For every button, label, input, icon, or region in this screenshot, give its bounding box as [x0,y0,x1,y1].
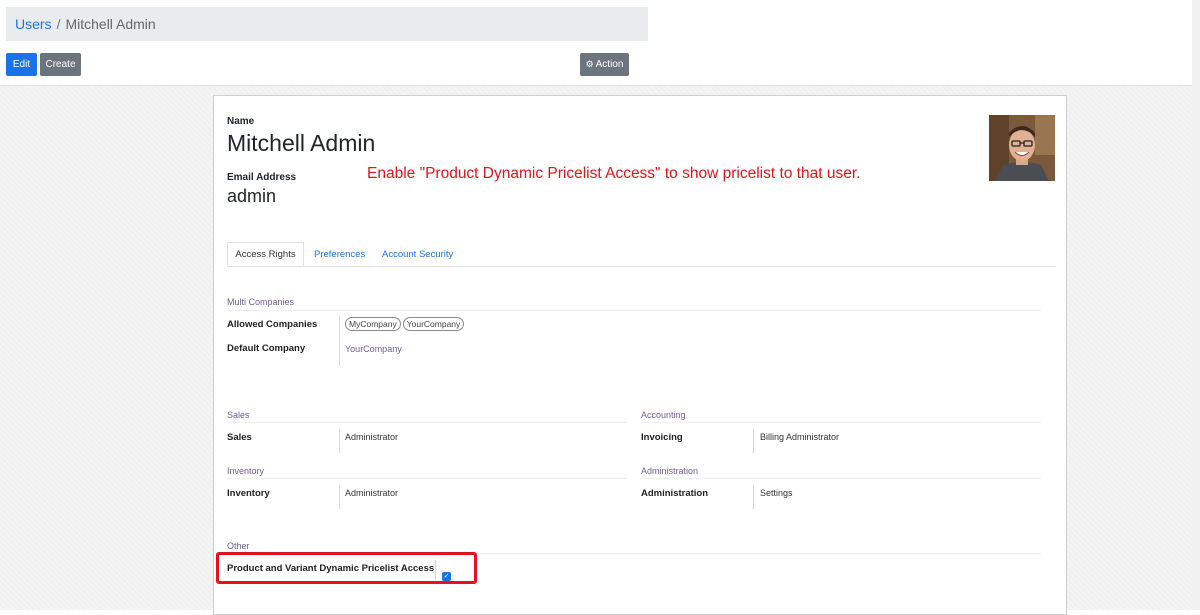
create-button[interactable]: Create [40,53,81,76]
section-divider [227,478,627,479]
breadcrumb-separator: / [56,16,61,32]
section-title-inventory: Inventory [227,466,265,476]
sales-value[interactable]: Administrator [345,432,398,442]
section-title-other: Other [227,541,250,551]
name-label: Name [227,116,255,127]
section-title-multi-companies: Multi Companies [227,297,295,307]
form-sheet: Name Mitchell Admin Email Address admin … [213,95,1067,615]
field-separator [339,429,340,453]
allowed-companies-tags[interactable]: MyCompany YourCompany [345,317,465,331]
tab-preferences[interactable]: Preferences [314,242,365,266]
field-separator [435,560,436,580]
section-divider [227,310,1041,311]
dynamic-pricelist-access-checkbox[interactable]: ✓ [442,572,451,581]
section-title-sales: Sales [227,410,250,420]
avatar-photo [989,115,1055,181]
company-tag[interactable]: YourCompany [402,317,465,331]
breadcrumb-current: Mitchell Admin [65,16,156,32]
action-button-label: Action [595,59,624,70]
field-separator [753,429,754,453]
scrollbar[interactable] [1192,0,1200,610]
section-divider [641,422,1041,423]
avatar[interactable] [989,115,1055,181]
tab-account-security[interactable]: Account Security [382,242,453,266]
invoicing-label: Invoicing [641,432,683,443]
annotation-note: Enable "Product Dynamic Pricelist Access… [367,165,861,182]
section-divider [227,422,627,423]
email-label: Email Address [227,172,297,183]
allowed-companies-label: Allowed Companies [227,319,318,330]
company-tag[interactable]: MyCompany [345,317,401,331]
inventory-value[interactable]: Administrator [345,488,398,498]
checkmark-icon: ✓ [443,573,450,580]
dynamic-pricelist-access-label: Product and Variant Dynamic Pricelist Ac… [227,563,435,574]
breadcrumb-users-link[interactable]: Users [15,16,52,32]
administration-label: Administration [641,488,709,499]
form-background: Name Mitchell Admin Email Address admin … [0,86,1200,615]
tab-access-rights[interactable]: Access Rights [227,242,304,266]
field-separator [339,485,340,509]
invoicing-value[interactable]: Billing Administrator [760,432,839,442]
default-company-value[interactable]: YourCompany [345,344,402,354]
administration-value[interactable]: Settings [760,488,793,498]
name-value: Mitchell Admin [227,130,376,156]
inventory-label: Inventory [227,488,270,499]
breadcrumb-bar: Users / Mitchell Admin [6,7,648,41]
breadcrumb: Users / Mitchell Admin [15,16,156,32]
notebook-tabs: Access Rights Preferences Account Securi… [227,242,1056,267]
section-title-administration: Administration [641,466,699,476]
field-separator [753,485,754,509]
edit-button[interactable]: Edit [6,53,37,76]
email-value: admin [227,186,277,206]
section-title-accounting: Accounting [641,410,686,420]
action-button[interactable]: ⚙ Action [580,53,629,76]
sales-label: Sales [227,432,252,443]
field-separator [339,316,340,366]
section-divider [641,478,1041,479]
gear-icon: ⚙ [585,59,594,69]
default-company-label: Default Company [227,343,306,354]
control-panel: Users / Mitchell Admin Edit Create ⚙ Action [0,0,1200,86]
